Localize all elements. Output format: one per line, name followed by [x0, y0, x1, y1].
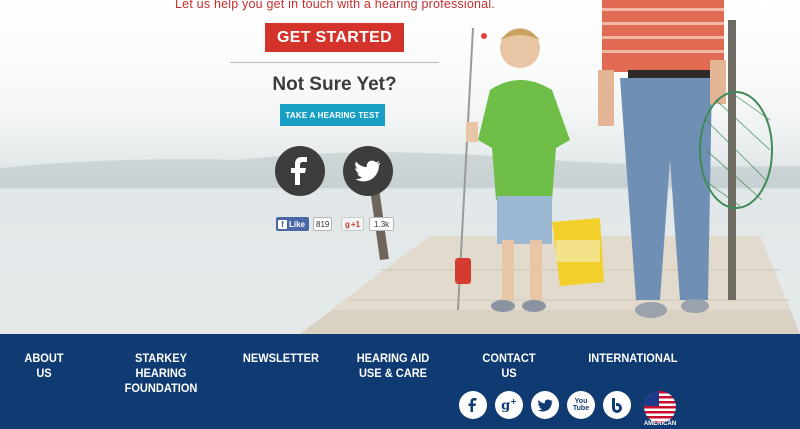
facebook-small-icon: f — [278, 219, 287, 229]
flag-canton — [644, 391, 659, 406]
footer-google-plus-link[interactable]: g+ — [495, 391, 523, 419]
footer-nav-newsletter[interactable]: NEWSLETTER — [243, 351, 319, 366]
blog-icon — [612, 398, 622, 413]
take-hearing-test-button[interactable]: TAKE A HEARING TEST — [280, 104, 385, 126]
google-plus-label: +1 — [350, 219, 361, 229]
facebook-button[interactable] — [275, 146, 325, 196]
google-plus-small-icon: g — [345, 219, 350, 229]
not-sure-heading: Not Sure Yet? — [272, 74, 397, 95]
twitter-button[interactable] — [343, 146, 393, 196]
footer-twitter-link[interactable] — [531, 391, 559, 419]
facebook-like-button[interactable]: f Like — [276, 217, 310, 231]
footer-facebook-link[interactable] — [459, 391, 487, 419]
facebook-like-label: Like — [289, 219, 306, 229]
tagline-text: Let us help you get in touch with a hear… — [175, 0, 495, 11]
footer-nav-starkey-hearing-foundation[interactable]: STARKEY HEARING FOUNDATION — [112, 351, 210, 396]
twitter-icon — [355, 160, 381, 182]
youtube-icon: You Tube — [572, 398, 590, 412]
google-plus-button[interactable]: g +1 — [341, 217, 365, 231]
footer-nav-international[interactable]: INTERNATIONAL — [588, 351, 677, 366]
google-plus-count: 1.3k — [369, 217, 395, 231]
twitter-icon — [537, 399, 552, 411]
footer-nav-about-us[interactable]: ABOUT US — [20, 351, 68, 381]
site-footer: ABOUT US STARKEY HEARING FOUNDATION NEWS… — [0, 334, 800, 429]
facebook-icon — [468, 398, 477, 412]
footer-nav-contact-us[interactable]: CONTACT US — [479, 351, 540, 381]
footer-nav-hearing-aid-use-care[interactable]: HEARING AID USE & CARE — [344, 351, 442, 381]
facebook-like-count: 819 — [313, 217, 333, 231]
google-plus-icon: g+ — [501, 396, 517, 414]
get-started-button[interactable]: GET STARTED — [265, 23, 404, 52]
hero-banner: Let us help you get in touch with a hear… — [0, 0, 800, 334]
american-flag-icon[interactable] — [644, 391, 676, 423]
facebook-icon — [291, 157, 307, 185]
divider — [230, 62, 439, 63]
flag-caption: AMERICAN — [643, 421, 677, 427]
facebook-like-widget[interactable]: f Like 819 — [276, 217, 333, 231]
google-plus-widget[interactable]: g +1 1.3k — [341, 217, 395, 231]
footer-youtube-link[interactable]: You Tube — [567, 391, 595, 419]
footer-blog-link[interactable] — [603, 391, 631, 419]
